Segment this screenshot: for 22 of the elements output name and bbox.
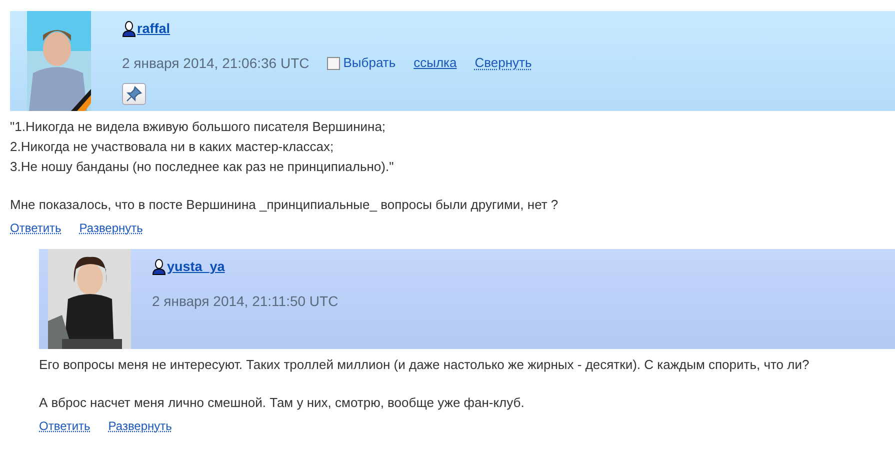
expand-link[interactable]: Развернуть <box>79 218 143 238</box>
pin-button[interactable] <box>122 82 146 105</box>
user-icon <box>122 21 136 38</box>
select-label[interactable]: Выбрать <box>343 53 396 73</box>
comment-text-line: А вброс насчет меня лично смешной. Там у них, смотрю, вообще уже фан-клуб. <box>39 394 526 412</box>
comment-date: 2 января 2014, 21:11:50 UTC <box>152 292 338 311</box>
expand-link[interactable]: Развернуть <box>108 416 172 436</box>
reply-link[interactable]: Ответить <box>39 416 90 436</box>
pushpin-icon <box>126 86 142 102</box>
username-link[interactable]: yusta_ya <box>152 257 225 278</box>
select-checkbox[interactable] <box>327 56 340 70</box>
comment-text-line: Его вопросы меня не интересуют. Таких троллей миллион (и даже настолько же жирных - десятки). С каждым спорить, что ли? <box>39 356 810 374</box>
comment-text-line: 3.Не ношу банданы (но последнее как раз не принципиально)." <box>10 158 395 176</box>
reply-link[interactable]: Ответить <box>10 218 62 238</box>
comment-text-line: 2.Никогда не участвовала ни в каких мастер-классах; <box>10 138 335 156</box>
collapse-link[interactable]: Свернуть <box>474 53 532 73</box>
username-link[interactable]: raffal <box>122 19 170 40</box>
comment-date: 2 января 2014, 21:06:36 UTC <box>122 54 310 73</box>
comment-text-line: Мне показалось, что в посте Вершинина _принципиальные_ вопросы были другими, нет ? <box>10 196 560 214</box>
comment-text-line: "1.Никогда не видела вживую большого писателя Вершинина; <box>10 118 387 136</box>
user-icon <box>152 259 166 276</box>
permalink[interactable]: ссылка <box>414 53 457 73</box>
